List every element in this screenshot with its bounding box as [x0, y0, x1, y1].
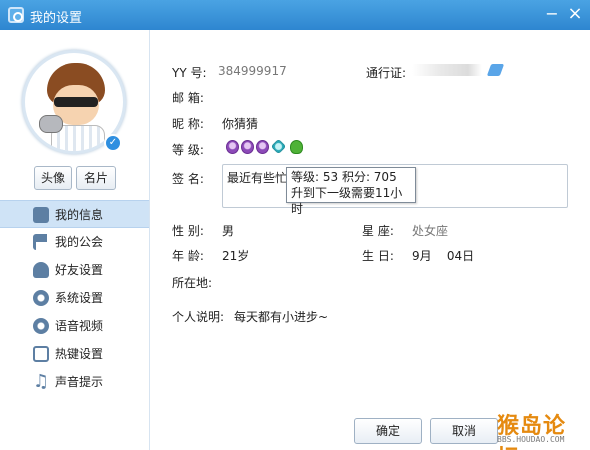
yy-number-label: YY 号:: [172, 66, 207, 80]
sidebar: ✓ 头像 名片 我的信息 我的公会 好友设置 系统设置 语音视频 热键设置 ♫ …: [0, 30, 150, 450]
level-icons[interactable]: [226, 138, 305, 155]
sidebar-item-label: 热键设置: [55, 347, 104, 361]
gender-value: 男: [222, 224, 235, 238]
keyboard-icon: [33, 346, 49, 362]
music-note-icon: [33, 368, 49, 396]
age-label: 年 龄:: [172, 249, 204, 263]
avatar-rock: [39, 115, 63, 133]
profile-card-icon: [33, 207, 49, 223]
card-button[interactable]: 名片: [76, 166, 116, 190]
title-bar: 我的设置 − ×: [0, 0, 590, 30]
level-label: 等 级:: [172, 143, 204, 157]
sidebar-item-my-info[interactable]: 我的信息: [0, 200, 149, 228]
sidebar-item-label: 我的公会: [55, 235, 104, 249]
moon-level-icon: [256, 139, 269, 154]
nickname-label: 昵 称:: [172, 117, 204, 131]
moon-level-icon: [226, 139, 239, 154]
verified-badge-icon: ✓: [104, 134, 122, 152]
sidebar-item-label: 声音提示: [55, 375, 104, 389]
close-button[interactable]: ×: [565, 4, 585, 24]
sidebar-item-label: 语音视频: [55, 319, 104, 333]
sidebar-item-voice-video[interactable]: 语音视频: [0, 312, 149, 340]
sidebar-item-system-settings[interactable]: 系统设置: [0, 284, 149, 312]
sidebar-item-label: 系统设置: [55, 291, 104, 305]
signature-value: 最近有些忙: [227, 171, 288, 185]
sidebar-item-label: 好友设置: [55, 263, 104, 277]
location-label: 所在地:: [172, 276, 213, 290]
flag-icon: [33, 234, 49, 250]
site-watermark-logo: 猴岛论坛 BBS.HOUDAO.COM: [497, 408, 587, 450]
passport-redacted: [412, 64, 482, 76]
moon-level-icon: [241, 139, 254, 154]
ok-button[interactable]: 确定: [354, 418, 422, 444]
nickname-value: 你猜猜: [222, 117, 259, 131]
birthday-value: 9月 04日: [412, 249, 475, 263]
zodiac-label: 星 座:: [362, 224, 394, 238]
signature-label: 签 名:: [172, 172, 204, 186]
passport-label: 通行证:: [366, 66, 407, 80]
settings-app-icon: [8, 7, 24, 23]
cancel-button[interactable]: 取消: [430, 418, 498, 444]
sidebar-item-my-guild[interactable]: 我的公会: [0, 228, 149, 256]
sidebar-item-friend-settings[interactable]: 好友设置: [0, 256, 149, 284]
zodiac-value: 处女座: [412, 224, 449, 238]
camera-icon: [33, 318, 49, 334]
sidebar-item-sound-alerts[interactable]: 声音提示: [0, 368, 149, 396]
age-value: 21岁: [222, 249, 250, 263]
gender-label: 性 别:: [172, 224, 204, 238]
yy-number-value: 384999917: [218, 64, 287, 78]
watermark-url: BBS.HOUDAO.COM: [497, 435, 565, 444]
tooltip-next-level: 升到下一级需要11小时: [291, 186, 403, 216]
minimize-button[interactable]: −: [542, 4, 562, 24]
avatar-button[interactable]: 头像: [34, 166, 72, 190]
avatar-glasses: [54, 97, 98, 107]
tooltip-level-points: 等级: 53 积分: 705: [291, 170, 397, 184]
sidebar-item-hotkey-settings[interactable]: 热键设置: [0, 340, 149, 368]
email-label: 邮 箱:: [172, 91, 204, 105]
bio-label: 个人说明:: [172, 310, 225, 324]
settings-menu: 我的信息 我的公会 好友设置 系统设置 语音视频 热键设置 声音提示: [0, 200, 149, 396]
window-title: 我的设置: [30, 11, 83, 26]
gear-icon: [33, 290, 49, 306]
sidebar-item-label: 我的信息: [55, 208, 104, 222]
edit-pen-icon[interactable]: [486, 64, 505, 76]
diamond-level-icon: [270, 138, 287, 155]
friend-gear-icon: [33, 262, 49, 278]
bio-value: 每天都有小进步~: [234, 310, 329, 324]
level-tooltip: 等级: 53 积分: 705 升到下一级需要11小时: [286, 167, 416, 216]
sprout-level-icon: [290, 139, 303, 154]
birthday-label: 生 日:: [362, 249, 394, 263]
